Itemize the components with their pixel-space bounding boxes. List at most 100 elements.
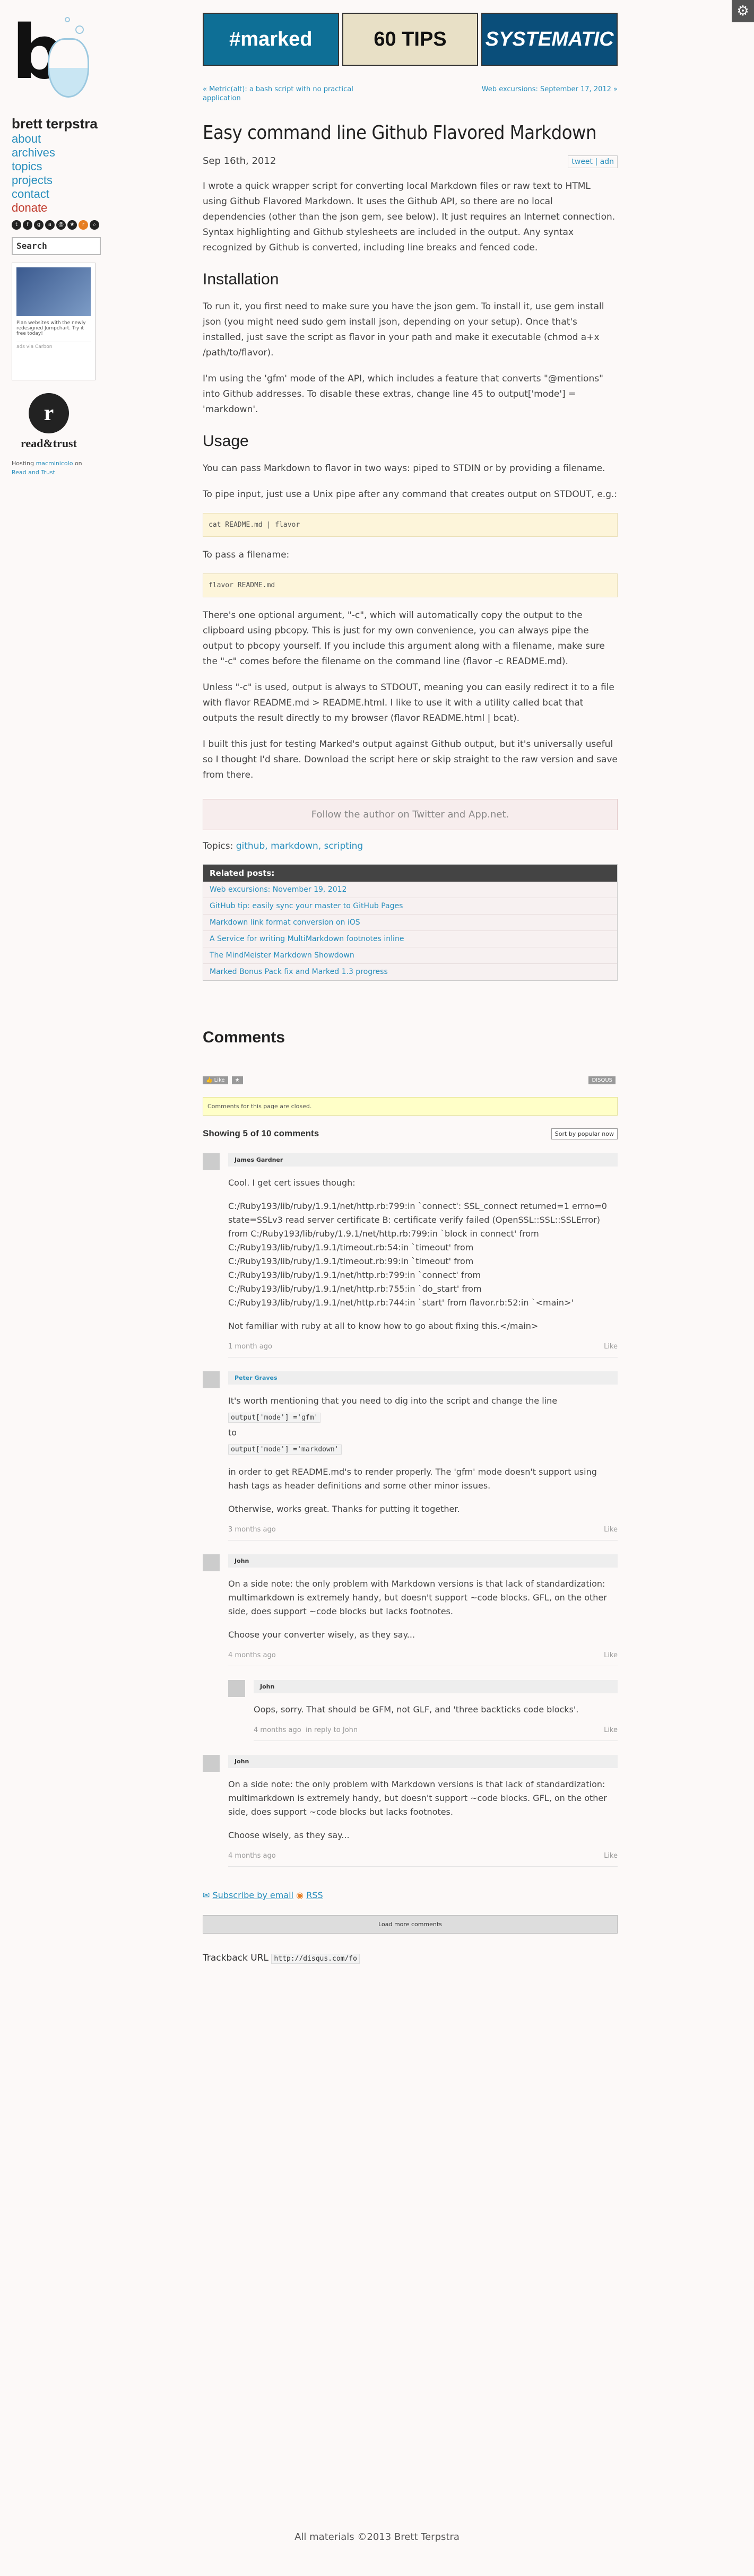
ad-via[interactable]: ads via Carbon	[16, 342, 91, 350]
install-paragraph-1: To run it, you first need to make sure y…	[203, 301, 604, 358]
related-link[interactable]: A Service for writing MultiMarkdown foot…	[203, 931, 617, 947]
github-icon[interactable]: g	[34, 220, 44, 230]
nav-donate[interactable]: donate	[12, 201, 107, 215]
related-title: Related posts:	[203, 865, 617, 882]
usage-paragraph-4: There's one optional argument, "-c", whi…	[203, 610, 605, 667]
comment-author[interactable]: Peter Graves	[228, 1371, 618, 1385]
related-link[interactable]: Marked Bonus Pack fix and Marked 1.3 pro…	[203, 964, 617, 980]
hosting-note: Hosting macminicolo on Read and Trust	[12, 460, 82, 476]
post-meta: Sep 16th, 2012 tweet | adn	[203, 155, 618, 168]
comments-heading: Comments	[203, 1029, 285, 1046]
post-navigation: « Metric(alt): a bash script with no pra…	[203, 85, 618, 103]
banner-systematic[interactable]: SYSTEMATIC	[481, 13, 618, 66]
avatar[interactable]	[203, 1755, 220, 1772]
comment-time[interactable]: 3 months ago	[228, 1526, 276, 1534]
trackback-url[interactable]: http://disqus.com/fo	[271, 1954, 360, 1964]
adn-link[interactable]: adn	[600, 158, 614, 166]
avatar[interactable]	[203, 1554, 220, 1571]
comments-closed-notice: Comments for this page are closed.	[203, 1097, 618, 1116]
adn-icon[interactable]: a	[45, 220, 55, 230]
disqus-button[interactable]: DISQUS	[588, 1076, 616, 1084]
usage-paragraph-1: You can pass Markdown to flavor in two w…	[203, 463, 605, 474]
comment-time[interactable]: 4 months ago	[228, 1852, 276, 1860]
trackback: Trackback URL http://disqus.com/fo	[203, 1953, 618, 1964]
comment: James Gardner Cool. I get cert issues th…	[203, 1153, 618, 1357]
follow-author[interactable]: Follow the author on Twitter and App.net…	[203, 799, 618, 830]
like-button[interactable]: 👍 Like	[203, 1076, 228, 1084]
prev-post-link[interactable]: « Metric(alt): a bash script with no pra…	[203, 85, 362, 103]
comment-time[interactable]: 4 months ago	[254, 1726, 301, 1734]
related-link[interactable]: Web excursions: November 19, 2012	[203, 882, 617, 898]
star-icon[interactable]: ★	[231, 1076, 243, 1084]
avatar[interactable]	[203, 1153, 220, 1170]
comment-time[interactable]: 4 months ago	[228, 1651, 276, 1659]
related-link[interactable]: Markdown link format conversion on iOS	[203, 915, 617, 931]
related-link[interactable]: GitHub tip: easily sync your master to G…	[203, 898, 617, 915]
ad-image[interactable]	[16, 267, 91, 316]
topics-links[interactable]: github, markdown, scripting	[236, 841, 363, 851]
comment-like[interactable]: Like	[604, 1526, 618, 1534]
rss-icon: ◉	[296, 1890, 304, 1900]
comment: John On a side note: the only problem wi…	[203, 1755, 618, 1867]
comment-author[interactable]: James Gardner	[228, 1153, 618, 1167]
subscribe-email-link[interactable]: Subscribe by email	[213, 1890, 294, 1900]
subscribe-row: ✉ Subscribe by email ◉ RSS	[203, 1890, 618, 1900]
nav-projects[interactable]: projects	[12, 173, 107, 187]
email-icon[interactable]: @	[56, 220, 66, 230]
nav-contact[interactable]: contact	[12, 187, 107, 201]
rss-icon[interactable]: r	[79, 220, 88, 230]
site-logo[interactable]: b	[12, 16, 89, 111]
post-title: Easy command line Github Flavored Markdo…	[203, 122, 597, 144]
email-icon: ✉	[203, 1890, 210, 1900]
comment-like[interactable]: Like	[604, 1726, 618, 1734]
comment-author[interactable]: John	[254, 1680, 618, 1693]
share-links: tweet | adn	[568, 155, 618, 168]
gear-icon[interactable]: ⚙	[732, 0, 754, 22]
ad-text[interactable]: Plan websites with the newly redesigned …	[16, 320, 91, 336]
comment-author[interactable]: John	[228, 1755, 618, 1768]
avatar[interactable]	[228, 1680, 245, 1697]
sidebar-nav: about archives topics projects contact d…	[12, 132, 107, 215]
nav-topics[interactable]: topics	[12, 160, 107, 173]
sidebar: b brett terpstra about archives topics p…	[12, 16, 107, 477]
next-post-link[interactable]: Web excursions: September 17, 2012 »	[458, 85, 618, 103]
comment-like[interactable]: Like	[604, 1651, 618, 1659]
comment-like[interactable]: Like	[604, 1343, 618, 1351]
banner-row: #marked 60 TIPS SYSTEMATIC	[203, 13, 618, 66]
comment-author[interactable]: John	[228, 1554, 618, 1568]
usage-paragraph-5: Unless "-c" is used, output is always to…	[203, 682, 614, 724]
install-paragraph-2: I'm using the 'gfm' mode of the API, whi…	[203, 373, 603, 415]
star-icon[interactable]: ★	[67, 220, 77, 230]
twitter-icon[interactable]: t	[12, 220, 21, 230]
usage-paragraph-2: To pipe input, just use a Unix pipe afte…	[203, 489, 618, 500]
read-trust-label: read&trust	[21, 437, 77, 450]
related-link[interactable]: The MindMeister Markdown Showdown	[203, 947, 617, 964]
search-icon[interactable]: ⌕	[90, 220, 99, 230]
comment: Peter Graves It's worth mentioning that …	[203, 1371, 618, 1541]
banner-tips[interactable]: 60 TIPS	[342, 13, 479, 66]
comment-like[interactable]: Like	[604, 1852, 618, 1860]
read-trust-link[interactable]: Read and Trust	[12, 469, 55, 476]
rss-link[interactable]: RSS	[306, 1890, 323, 1900]
comments-toolbar: 👍 Like ★ DISQUS	[203, 1076, 618, 1084]
site-name[interactable]: brett terpstra	[12, 116, 107, 132]
social-icons: t f g a @ ★ r ⌕	[12, 220, 107, 230]
comment-time[interactable]: 1 month ago	[228, 1343, 272, 1351]
facebook-icon[interactable]: f	[23, 220, 32, 230]
carbon-ad[interactable]: Plan websites with the newly redesigned …	[12, 263, 96, 380]
avatar[interactable]	[203, 1371, 220, 1388]
load-more-button[interactable]: Load more comments	[203, 1915, 618, 1934]
comments-count: Showing 5 of 10 comments	[203, 1128, 319, 1138]
heading-installation: Installation	[203, 271, 279, 288]
usage-paragraph-6: I built this just for testing Marked's o…	[203, 739, 618, 780]
reply-to[interactable]: in reply to John	[306, 1726, 358, 1734]
nav-archives[interactable]: archives	[12, 146, 107, 160]
macminicolo-link[interactable]: macminicolo	[36, 460, 73, 467]
comments-count-bar: Showing 5 of 10 comments Sort by popular…	[203, 1128, 618, 1139]
nav-about[interactable]: about	[12, 132, 107, 146]
read-trust-badge[interactable]: r read&trust	[12, 393, 86, 450]
tweet-link[interactable]: tweet	[571, 158, 593, 166]
sort-select[interactable]: Sort by popular now	[551, 1128, 618, 1139]
search-input[interactable]: Search	[12, 237, 101, 255]
banner-marked[interactable]: #marked	[203, 13, 339, 66]
